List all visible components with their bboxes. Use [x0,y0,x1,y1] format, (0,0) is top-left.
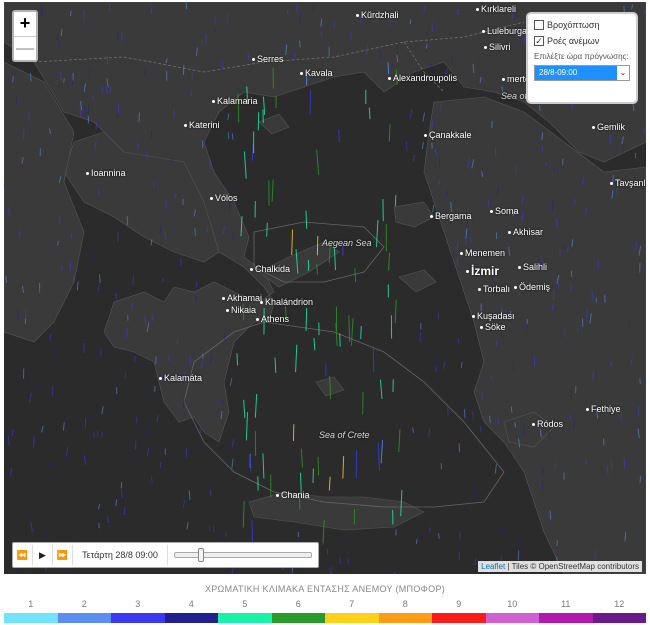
time-player: ⏪ ▶ ⏩ Τετάρτη 28/8 09:00 [12,542,319,568]
legend-level-label: 4 [188,599,194,609]
place-label: Chania [276,490,310,500]
zoom-in-button[interactable]: + [14,12,36,36]
legend-color-swatch [164,613,218,623]
sea-label-crete: Sea of Crete [319,430,370,440]
place-label: Kavala [300,68,333,78]
legend-level-label: 12 [614,599,625,609]
place-label: Kalamaria [212,96,258,106]
legend-color-swatch [111,613,165,623]
zoom-control: + — [12,10,38,62]
place-label: Serres [252,54,284,64]
legend-level-label: 6 [295,599,301,609]
legend-level-label: 3 [135,599,141,609]
legend-color-bar [0,613,650,623]
time-slider-thumb[interactable] [198,548,204,562]
attribution: Leaflet | Tiles © OpenStreetMap contribu… [478,561,642,572]
chevron-down-icon: ⌄ [617,66,629,80]
map-view[interactable]: Kŭrdzhali Kırklareli Luleburgaz Silivri Serr… [4,2,646,574]
wind-label: Ροές ανέμων [547,36,600,46]
place-label: Akhamai [222,293,262,303]
legend-level-label: 10 [507,599,518,609]
place-label: Khalándrion [260,297,313,307]
place-label: Alexandroupolis [388,73,457,83]
legend-level-label: 8 [402,599,408,609]
place-label: Silivri [484,42,511,52]
forecast-select-value: 28/8-09:00 [535,66,617,80]
legend-level-label: 1 [28,599,34,609]
place-label: İzmir [466,264,499,278]
legend-level-label: 2 [81,599,87,609]
legend-color-swatch [4,613,58,623]
place-label: Ródos [532,419,563,429]
forecast-select[interactable]: 28/8-09:00 ⌄ [534,65,630,81]
place-label: Çanakkale [424,130,472,140]
place-label: Fethiye [586,404,621,414]
forecast-hint: Επιλέξτε ώρα πρόγνωσης: [534,52,629,61]
legend-level-label: 9 [456,599,462,609]
time-slider-track [174,552,312,558]
legend-color-swatch [271,613,325,623]
place-label: Bergama [430,211,472,221]
place-label: Luleburgaz [482,26,532,36]
rain-label: Βροχόπτωση [547,20,600,30]
place-label: Nikaia [226,305,256,315]
place-label: Söke [480,322,506,332]
legend-color-swatch [592,613,646,623]
place-label: Vólos [210,193,238,203]
place-label: Akhisar [508,227,543,237]
sea-label-aegean: Aegean Sea [322,238,372,248]
legend-color-swatch [325,613,379,623]
place-label: Tavşanlı [610,178,646,188]
place-label: Athens [256,314,289,324]
place-label: Torbalı [478,284,510,294]
legend-level-label: 7 [349,599,355,609]
legend-color-swatch [218,613,272,623]
legend-level-label: 5 [242,599,248,609]
leaflet-link[interactable]: Leaflet [481,562,505,571]
layer-panel: Βροχόπτωση ✓ Ροές ανέμων Επιλέξτε ώρα πρ… [526,12,638,104]
player-time-label: Τετάρτη 28/8 09:00 [73,545,168,565]
place-label: Chalkida [250,264,290,274]
legend-color-swatch [378,613,432,623]
wind-legend: ΧΡΩΜΑΤΙΚΗ ΚΛΙΜΑΚΑ ΕΝΤΑΣΗΣ ΑΝΕΜΟΥ (ΜΠΟΦΟΡ… [0,584,650,623]
tiles-attribution: | Tiles © OpenStreetMap contributors [505,562,639,571]
play-button[interactable]: ▶ [33,545,53,565]
legend-level-label: 11 [561,599,571,609]
legend-color-swatch [57,613,111,623]
step-forward-button[interactable]: ⏩ [53,545,73,565]
place-label: Ioannina [86,168,126,178]
place-label: Menemen [460,248,505,258]
legend-color-swatch [485,613,539,623]
rain-checkbox[interactable] [534,20,544,30]
step-back-button[interactable]: ⏪ [13,545,33,565]
place-label: Kuşadası [472,311,515,321]
time-slider[interactable] [174,545,312,565]
place-label: Katerini [184,120,220,130]
place-label: Salihli [518,262,547,272]
place-label: Ödemiş [514,282,550,292]
legend-levels: 1 2 3 4 5 6 7 8 9 10 11 12 [0,599,650,609]
legend-color-swatch [432,613,486,623]
place-label: Kŭrdzhali [356,10,399,20]
place-label: Kalamáta [159,373,202,383]
place-label: Kırklareli [476,4,516,14]
legend-title: ΧΡΩΜΑΤΙΚΗ ΚΛΙΜΑΚΑ ΕΝΤΑΣΗΣ ΑΝΕΜΟΥ (ΜΠΟΦΟΡ… [204,584,446,594]
place-label: Soma [490,206,519,216]
place-label: Gemlik [592,122,625,132]
zoom-out-button[interactable]: — [14,36,36,60]
wind-checkbox[interactable]: ✓ [534,36,544,46]
legend-color-swatch [539,613,593,623]
